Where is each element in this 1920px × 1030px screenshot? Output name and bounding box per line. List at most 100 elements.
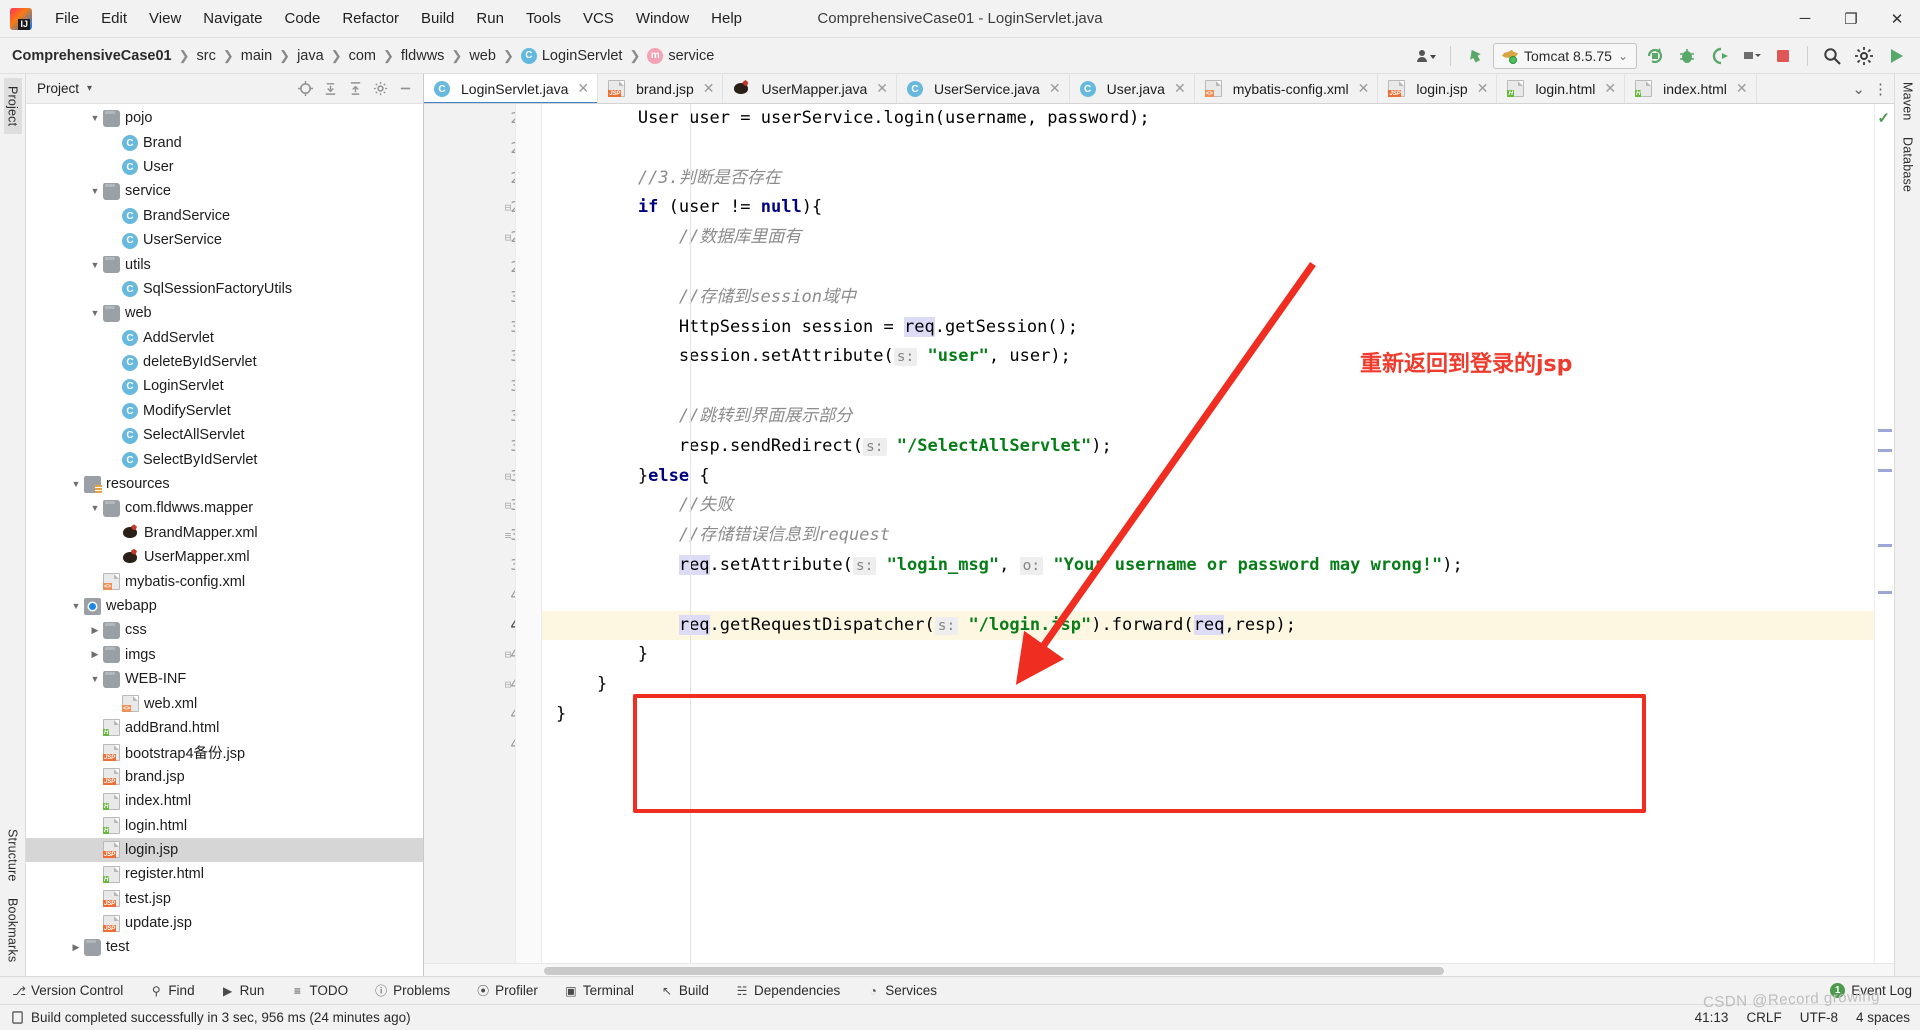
fold-marker-icon[interactable]: ⊟: [501, 201, 515, 214]
chevron-right-icon[interactable]: ▶: [87, 622, 103, 638]
code-line[interactable]: [542, 134, 1874, 164]
tree-node[interactable]: ▶ imgs: [26, 643, 423, 667]
tool-window-bar[interactable]: ⎇ Version Control ⚲ Find ▶ Run ≡ TODO ⓘ Problems ⦿…: [0, 976, 1920, 1004]
code-marker[interactable]: [1878, 591, 1892, 594]
tool-window-build[interactable]: ↖ Build: [656, 981, 713, 1000]
tree-node[interactable]: <> web.xml: [26, 691, 423, 715]
notification-icon[interactable]: [10, 1011, 24, 1025]
menu-run[interactable]: Run: [465, 6, 515, 31]
tree-node[interactable]: JSP login.jsp: [26, 837, 423, 863]
gear-icon[interactable]: [372, 81, 388, 97]
tree-node[interactable]: C SelectAllServlet: [26, 423, 423, 447]
chevron-down-icon[interactable]: ▼: [87, 671, 103, 687]
scrollbar-thumb[interactable]: [544, 967, 1444, 975]
hide-icon[interactable]: [397, 81, 413, 97]
chevron-down-icon[interactable]: ▼: [87, 110, 103, 126]
code-marker[interactable]: [1878, 544, 1892, 547]
fold-marker-icon[interactable]: ⊟: [501, 499, 515, 512]
breadcrumb-com[interactable]: com: [349, 48, 376, 64]
rail-tab-maven[interactable]: Maven: [1899, 74, 1917, 129]
expand-icon[interactable]: [347, 81, 363, 97]
code-line[interactable]: //数据库里面有: [542, 223, 1874, 253]
breadcrumb-src[interactable]: src: [196, 48, 215, 64]
rail-tab-project[interactable]: Project: [3, 78, 22, 135]
menu-vcs[interactable]: VCS: [572, 6, 625, 31]
more-icon[interactable]: [1737, 43, 1765, 69]
more-icon[interactable]: ⋮: [1873, 80, 1888, 98]
editor-tab[interactable]: JSP brand.jsp ✕: [598, 74, 724, 103]
tool-window-run[interactable]: ▶ Run: [217, 981, 269, 1000]
menu-help[interactable]: Help: [700, 6, 753, 31]
code-line[interactable]: [542, 581, 1874, 611]
menu-navigate[interactable]: Navigate: [192, 6, 273, 31]
editor-tab[interactable]: <> mybatis-config.xml ✕: [1194, 74, 1379, 103]
menu-view[interactable]: View: [138, 6, 192, 31]
minimize-button[interactable]: ─: [1782, 0, 1828, 38]
close-icon[interactable]: ✕: [1477, 80, 1489, 97]
file-encoding[interactable]: UTF-8: [1800, 1010, 1838, 1025]
tool-window-find[interactable]: ⚲ Find: [145, 981, 198, 1000]
menu-code[interactable]: Code: [273, 6, 331, 31]
editor-tab[interactable]: C LoginServlet.java ✕: [424, 74, 599, 103]
breadcrumb-service-method[interactable]: m service: [647, 47, 714, 64]
tree-node[interactable]: ▼ com.fldwws.mapper: [26, 496, 423, 520]
run-configuration-selector[interactable]: Tomcat 8.5.75 ⌄: [1493, 42, 1637, 69]
code-marker[interactable]: [1878, 429, 1892, 432]
tree-node[interactable]: ▼ resources: [26, 472, 423, 496]
settings-icon[interactable]: [1850, 43, 1878, 69]
tree-node[interactable]: Hindex.html: [26, 789, 423, 813]
update-icon[interactable]: [1461, 43, 1489, 69]
user-settings-icon[interactable]: [1412, 43, 1440, 69]
tree-node[interactable]: Hlogin.html: [26, 813, 423, 837]
menu-bar[interactable]: File Edit View Navigate Code Refactor Bu…: [44, 6, 753, 31]
editor-tab[interactable]: C UserService.java ✕: [897, 74, 1070, 103]
tree-node[interactable]: HaddBrand.html: [26, 716, 423, 740]
tree-node[interactable]: ▶ test: [26, 935, 423, 959]
tree-node[interactable]: UserMapper.xml: [26, 545, 423, 569]
tree-node[interactable]: C SelectByIdServlet: [26, 447, 423, 471]
indent-setting[interactable]: 4 spaces: [1856, 1010, 1910, 1025]
horizontal-scrollbar[interactable]: [424, 963, 1894, 976]
menu-file[interactable]: File: [44, 6, 90, 31]
menu-refactor[interactable]: Refactor: [331, 6, 410, 31]
tree-node[interactable]: C LoginServlet: [26, 374, 423, 398]
editor-tab-bar[interactable]: C LoginServlet.java ✕ JSP brand.jsp ✕ UserMapp…: [424, 74, 1894, 104]
code-line[interactable]: //存储错误信息到request: [542, 521, 1874, 551]
breadcrumb-main[interactable]: main: [241, 48, 272, 64]
tree-node[interactable]: C BrandService: [26, 204, 423, 228]
tree-node[interactable]: ▼ pojo: [26, 106, 423, 130]
tree-node[interactable]: C User: [26, 155, 423, 179]
tree-node[interactable]: <> mybatis-config.xml: [26, 569, 423, 593]
close-icon[interactable]: ✕: [1174, 80, 1186, 97]
tool-window-problems[interactable]: ⓘ Problems: [370, 981, 454, 1000]
breadcrumb-fldwws[interactable]: fldwws: [401, 48, 445, 64]
tree-node[interactable]: C SqlSessionFactoryUtils: [26, 277, 423, 301]
target-icon[interactable]: [297, 81, 313, 97]
search-icon[interactable]: [1818, 43, 1846, 69]
code-line[interactable]: //失败: [542, 491, 1874, 521]
run-icon[interactable]: [1641, 43, 1669, 69]
editor-tab[interactable]: Hlogin.html ✕: [1497, 74, 1626, 103]
tool-window-services[interactable]: ◔ Services: [862, 981, 941, 1000]
fold-marker-icon[interactable]: ⊟: [501, 470, 515, 483]
code-line[interactable]: [542, 372, 1874, 402]
tree-node[interactable]: ▼ web: [26, 301, 423, 325]
tree-node[interactable]: ▼ WEB-INF: [26, 667, 423, 691]
fold-marker-icon[interactable]: ⊟: [501, 231, 515, 244]
chevron-right-icon[interactable]: ▶: [87, 647, 103, 663]
code-line[interactable]: req.getRequestDispatcher(s: "/login.jsp"…: [542, 610, 1874, 641]
chevron-down-icon[interactable]: ▾: [87, 83, 92, 94]
close-icon[interactable]: ✕: [577, 80, 589, 97]
close-icon[interactable]: ✕: [1604, 80, 1616, 97]
tool-window-todo[interactable]: ≡ TODO: [286, 981, 352, 1000]
caret-position[interactable]: 41:13: [1695, 1010, 1729, 1025]
code-line[interactable]: User user = userService.login(username, …: [542, 104, 1874, 134]
chevron-down-icon[interactable]: ▼: [68, 476, 84, 492]
code-line[interactable]: [542, 730, 1874, 760]
code-line[interactable]: if (user != null){: [542, 193, 1874, 223]
editor-tab[interactable]: UserMapper.java ✕: [723, 74, 898, 103]
close-icon[interactable]: ✕: [1358, 80, 1370, 97]
close-icon[interactable]: ✕: [1736, 80, 1748, 97]
tree-node[interactable]: BrandMapper.xml: [26, 521, 423, 545]
editor-gutter[interactable]: 24252627⊟28⊟2930313233343536⊟37⊟38≡39404…: [424, 104, 542, 963]
